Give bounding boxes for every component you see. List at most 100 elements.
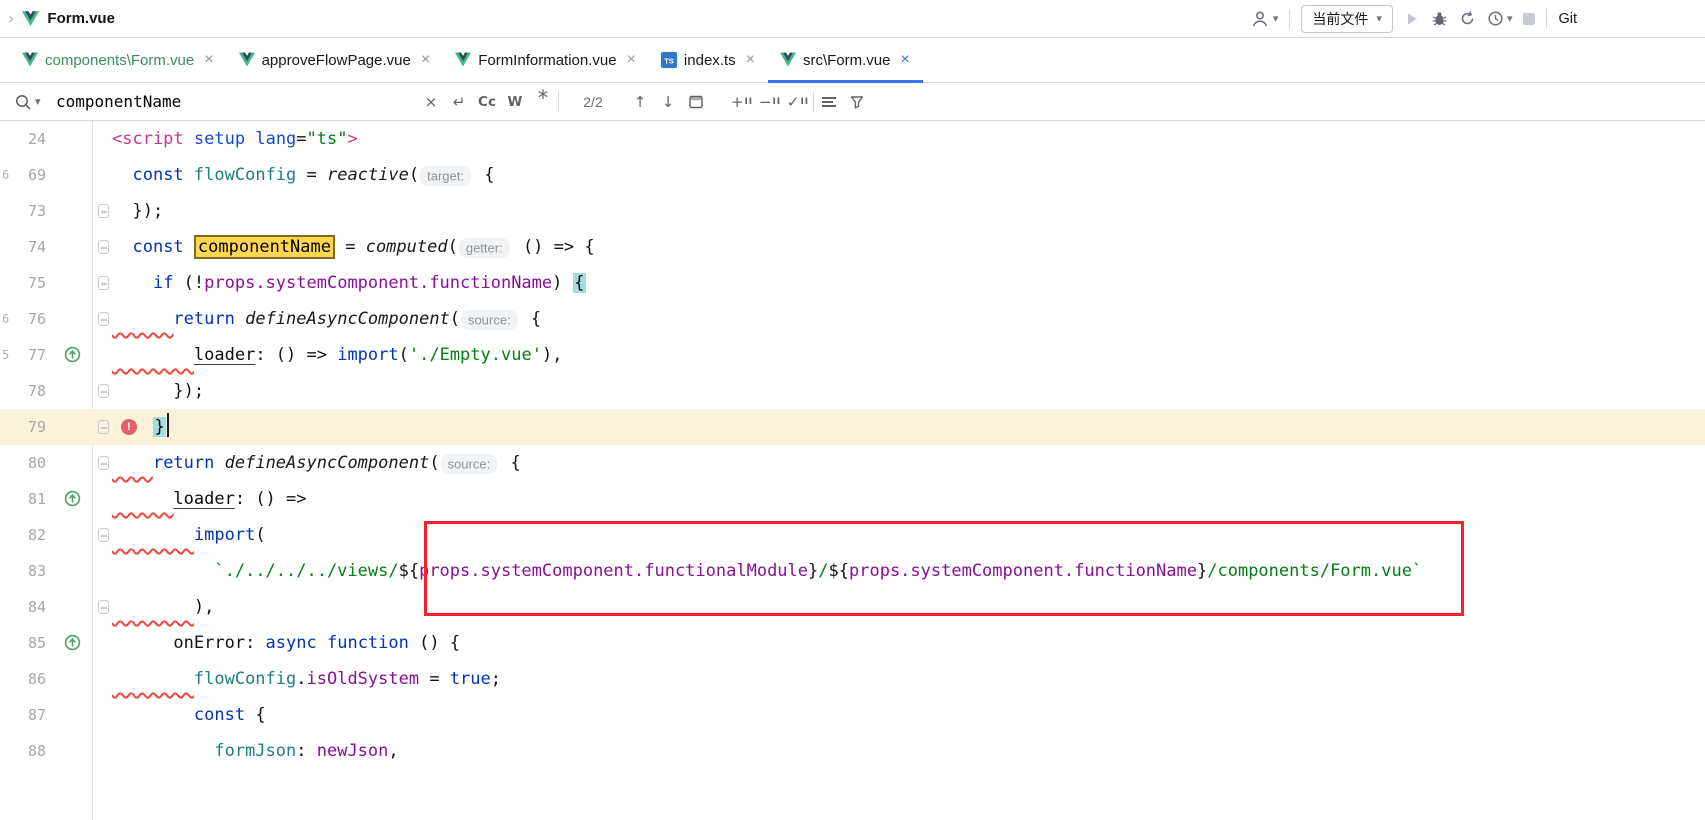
code-area[interactable]: 24<script setup lang="ts">669 const flow… xyxy=(0,121,1705,769)
navigate-up-gutter-icon[interactable] xyxy=(64,634,81,651)
tab-src-form.vue[interactable]: src\Form.vue × xyxy=(768,38,923,82)
code-text: if (!props.systemComponent.functionName)… xyxy=(112,265,1705,301)
search-match: componentName xyxy=(194,235,335,259)
code-line-69[interactable]: 669 const flowConfig = reactive(target: … xyxy=(0,157,1705,193)
search-mode-button[interactable]: ▾ xyxy=(10,93,54,111)
code-line-80[interactable]: 80 return defineAsyncComponent(source: { xyxy=(0,445,1705,481)
line-number: 83 xyxy=(0,553,46,589)
search-bar: ▾ × ↵ Cc W * 2/2 ↑ ↓ +II −II ✓II xyxy=(0,83,1705,121)
fold-marker-icon[interactable] xyxy=(98,420,109,434)
code-line-86[interactable]: 86 flowConfig.isOldSystem = true; xyxy=(0,661,1705,697)
code-line-85[interactable]: 85 onError: async function () { xyxy=(0,625,1705,661)
tab-label: approveFlowPage.vue xyxy=(262,52,411,69)
navigate-up-gutter-icon[interactable] xyxy=(64,346,81,363)
code-text: }); xyxy=(112,373,1705,409)
code-line-75[interactable]: 75 if (!props.systemComponent.functionNa… xyxy=(0,265,1705,301)
git-menu-label[interactable]: Git xyxy=(1558,11,1577,27)
tab-bar: components\Form.vue× approveFlowPage.vue ×… xyxy=(0,38,1705,83)
fold-marker-icon[interactable] xyxy=(98,312,109,326)
newline-icon[interactable]: ↵ xyxy=(446,89,472,115)
line-number: 82 xyxy=(0,517,46,553)
line-number: 87 xyxy=(0,697,46,733)
whole-words-toggle[interactable]: W xyxy=(502,89,528,115)
code-line-79[interactable]: 79! } xyxy=(0,409,1705,445)
prev-match-button[interactable]: ↑ xyxy=(627,89,653,115)
tab-close-icon[interactable]: × xyxy=(421,52,430,68)
tab-approveflowpage.vue[interactable]: approveFlowPage.vue × xyxy=(227,38,444,82)
tab-components-form.vue[interactable]: components\Form.vue× xyxy=(10,38,227,82)
title-bar-right: ▾ 当前文件 ▾ ▾ Git xyxy=(1250,5,1705,33)
fold-marker-icon[interactable] xyxy=(98,456,109,470)
match-counter: 2/2 xyxy=(561,94,625,110)
vue-icon xyxy=(455,52,471,68)
vue-icon xyxy=(239,52,255,68)
line-number: 73 xyxy=(0,193,46,229)
tab-forminformation.vue[interactable]: FormInformation.vue× xyxy=(443,38,649,82)
tab-close-icon[interactable]: × xyxy=(900,52,909,68)
fold-marker-icon[interactable] xyxy=(98,528,109,542)
line-number: 79 xyxy=(0,409,46,445)
code-line-24[interactable]: 24<script setup lang="ts"> xyxy=(0,121,1705,157)
clear-search-icon[interactable]: × xyxy=(418,89,444,115)
filter-search-button[interactable] xyxy=(844,89,870,115)
parameter-hint: target: xyxy=(420,166,471,186)
user-menu-button[interactable]: ▾ xyxy=(1250,9,1279,29)
code-line-87[interactable]: 87 const { xyxy=(0,697,1705,733)
run-configuration-dropdown[interactable]: 当前文件 ▾ xyxy=(1301,5,1393,33)
rerun-button[interactable] xyxy=(1459,10,1476,27)
stop-button[interactable] xyxy=(1523,13,1535,25)
debug-button[interactable] xyxy=(1431,10,1448,27)
select-all-occurrences-button[interactable]: ✓II xyxy=(785,89,811,115)
next-match-button[interactable]: ↓ xyxy=(655,89,681,115)
tab-label: src\Form.vue xyxy=(803,52,891,69)
code-text: const componentName = computed(getter: (… xyxy=(112,229,1705,266)
line-number: 75 xyxy=(0,265,46,301)
typescript-icon: TS xyxy=(661,52,677,68)
line-number: 81 xyxy=(0,481,46,517)
match-case-toggle[interactable]: Cc xyxy=(474,89,500,115)
tab-close-icon[interactable]: × xyxy=(746,52,755,68)
code-line-74[interactable]: 74 const componentName = computed(getter… xyxy=(0,229,1705,265)
navigate-up-gutter-icon[interactable] xyxy=(64,490,81,507)
text-caret xyxy=(167,413,169,437)
run-history-button[interactable]: ▾ xyxy=(1487,10,1513,27)
fold-marker-icon[interactable] xyxy=(98,204,109,218)
code-line-84[interactable]: 84 ), xyxy=(0,589,1705,625)
code-line-76[interactable]: 676 return defineAsyncComponent(source: … xyxy=(0,301,1705,337)
fold-marker-icon[interactable] xyxy=(98,600,109,614)
open-in-find-window-button[interactable] xyxy=(683,89,709,115)
divider xyxy=(1289,9,1290,29)
editor[interactable]: 24<script setup lang="ts">669 const flow… xyxy=(0,121,1705,820)
code-line-88[interactable]: 88 formJson: newJson, xyxy=(0,733,1705,769)
parameter-hint: source: xyxy=(461,310,518,330)
fold-marker-icon[interactable] xyxy=(98,240,109,254)
fold-marker-icon[interactable] xyxy=(98,384,109,398)
run-button[interactable] xyxy=(1404,11,1420,27)
play-icon xyxy=(1404,11,1420,27)
filter-lines-button[interactable] xyxy=(816,89,842,115)
search-input[interactable] xyxy=(56,92,416,111)
line-number: 78 xyxy=(0,373,46,409)
line-number: 76 xyxy=(0,301,46,337)
code-line-77[interactable]: 577 loader: () => import('./Empty.vue'), xyxy=(0,337,1705,373)
code-text: const { xyxy=(112,697,1705,733)
stop-icon xyxy=(1523,13,1535,25)
tab-close-icon[interactable]: × xyxy=(204,52,213,68)
code-line-83[interactable]: 83 `./../../../views/${props.systemCompo… xyxy=(0,553,1705,589)
code-line-82[interactable]: 82 import( xyxy=(0,517,1705,553)
tab-index.ts[interactable]: TSindex.ts× xyxy=(649,38,768,82)
regex-toggle[interactable]: * xyxy=(530,89,556,115)
code-line-78[interactable]: 78 }); xyxy=(0,373,1705,409)
code-text: `./../../../views/${props.systemComponen… xyxy=(112,553,1705,589)
chevron-down-icon: ▾ xyxy=(1376,12,1382,25)
window-title: Form.vue xyxy=(47,10,115,27)
code-text: loader: () => xyxy=(112,481,1705,517)
svg-text:TS: TS xyxy=(664,57,674,66)
fold-marker-icon[interactable] xyxy=(98,276,109,290)
tab-close-icon[interactable]: × xyxy=(627,52,636,68)
remove-occurrence-button[interactable]: −II xyxy=(757,89,783,115)
code-line-73[interactable]: 73 }); xyxy=(0,193,1705,229)
add-occurrence-button[interactable]: +II xyxy=(729,89,755,115)
code-line-81[interactable]: 81 loader: () => xyxy=(0,481,1705,517)
error-icon[interactable]: ! xyxy=(121,419,137,435)
